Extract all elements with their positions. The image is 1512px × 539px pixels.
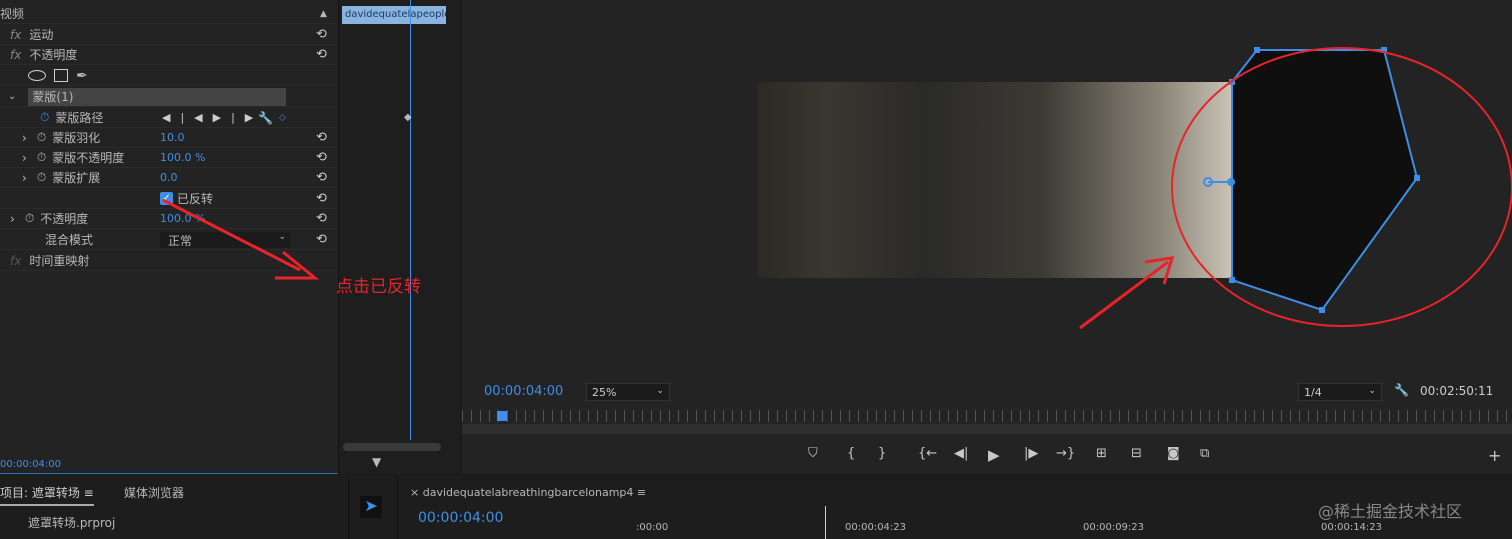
ruler-tick: 00:00:14:23: [1321, 522, 1383, 533]
timeline-timecode[interactable]: 00:00:04:00: [418, 510, 503, 526]
tab-project[interactable]: 项目: 遮罩转场 ≡: [0, 484, 94, 506]
sequence-tab[interactable]: × davidequatelabreathingbarcelonamp4 ≡: [410, 486, 646, 499]
annotation-arrow: [162, 198, 1175, 330]
mask-path[interactable]: [1231, 49, 1419, 312]
selection-tool[interactable]: ➤: [360, 496, 382, 518]
ruler-tick: 00:00:09:23: [1083, 522, 1145, 533]
overlay: [162, 47, 1512, 330]
ruler-tick: :00:00: [636, 522, 669, 533]
tab-media-browser[interactable]: 媒体浏览器: [124, 484, 184, 501]
timeline-playhead[interactable]: [825, 506, 826, 539]
project-file[interactable]: 遮罩转场.prproj: [28, 514, 115, 531]
watermark: @稀土掘金技术社区: [1318, 502, 1463, 521]
ruler-tick: 00:00:04:23: [845, 522, 907, 533]
bottom-panels: 项目: 遮罩转场 ≡ 媒体浏览器 遮罩转场.prproj ➤ × davideq…: [0, 476, 1512, 539]
